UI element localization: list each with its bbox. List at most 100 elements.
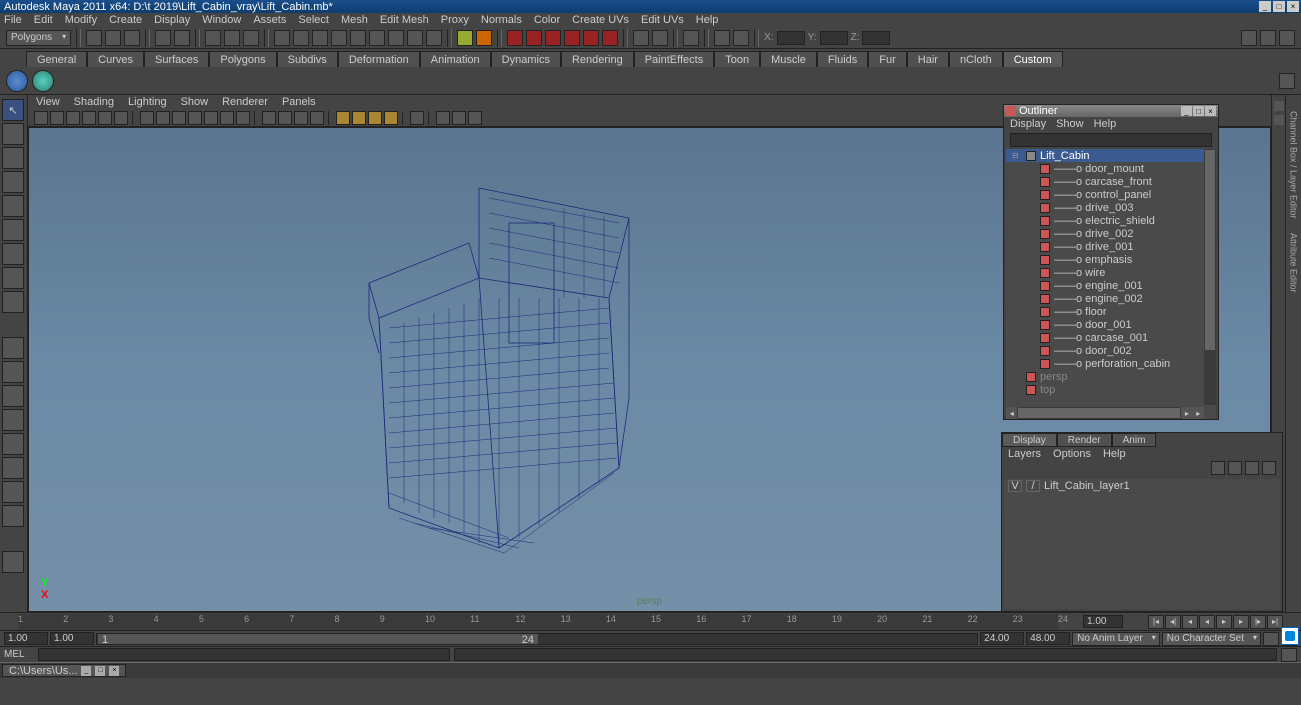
menu-edit[interactable]: Edit — [34, 14, 53, 26]
attribute-editor-tab[interactable]: Attribute Editor — [1289, 233, 1299, 293]
vp-icon-12[interactable] — [220, 111, 234, 125]
step-back-button[interactable]: ◂ — [1182, 615, 1198, 629]
render-icon[interactable] — [507, 30, 523, 46]
rotate-tool[interactable] — [2, 195, 24, 217]
open-scene-icon[interactable] — [105, 30, 121, 46]
layer-icon-1[interactable] — [1211, 461, 1225, 475]
shelf-tab-deformation[interactable]: Deformation — [338, 51, 420, 67]
outliner-maximize[interactable]: □ — [1193, 106, 1204, 116]
vp-menu-lighting[interactable]: Lighting — [128, 96, 167, 108]
step-back-key-button[interactable]: ◂| — [1165, 615, 1181, 629]
save-scene-icon[interactable] — [124, 30, 140, 46]
select-tool[interactable]: ↖ — [2, 99, 24, 121]
mask-icon-6[interactable] — [369, 30, 385, 46]
outliner-menu-show[interactable]: Show — [1056, 118, 1084, 130]
shelf-tab-surfaces[interactable]: Surfaces — [144, 51, 209, 67]
shelf-tab-custom[interactable]: Custom — [1003, 51, 1063, 67]
outliner-item[interactable]: ——o drive_003 — [1006, 201, 1216, 214]
mask-icon-1[interactable] — [274, 30, 290, 46]
outliner-item[interactable]: ——o door_mount — [1006, 162, 1216, 175]
soft-mod-tool[interactable] — [2, 267, 24, 289]
minimize-button[interactable]: _ — [1259, 1, 1271, 12]
menu-display[interactable]: Display — [154, 14, 190, 26]
mask-icon-7[interactable] — [388, 30, 404, 46]
script-lang-label[interactable]: MEL — [4, 649, 34, 660]
mask-icon-8[interactable] — [407, 30, 423, 46]
vp-icon-25[interactable] — [468, 111, 482, 125]
play-back-button[interactable]: ◂ — [1199, 615, 1215, 629]
shelf-tab-ncloth[interactable]: nCloth — [949, 51, 1003, 67]
range-start-all[interactable] — [4, 632, 48, 645]
menu-file[interactable]: File — [4, 14, 22, 26]
range-end[interactable] — [980, 632, 1024, 645]
shelf-button-2[interactable] — [32, 70, 54, 92]
sel-component-icon[interactable] — [243, 30, 259, 46]
vp-icon-13[interactable] — [236, 111, 250, 125]
construct-icon-3[interactable] — [733, 30, 749, 46]
vp-icon-5[interactable] — [98, 111, 112, 125]
vp-icon-2[interactable] — [50, 111, 64, 125]
shelf-tab-dynamics[interactable]: Dynamics — [491, 51, 561, 67]
teamviewer-icon[interactable] — [1281, 627, 1299, 645]
shelf-tab-toon[interactable]: Toon — [714, 51, 760, 67]
outliner-item[interactable]: ——o emphasis — [1006, 253, 1216, 266]
script-editor-button[interactable] — [1281, 648, 1297, 662]
x-input[interactable] — [777, 31, 805, 45]
shelf-tab-animation[interactable]: Animation — [420, 51, 491, 67]
outliner-item[interactable]: ——o floor — [1006, 305, 1216, 318]
vp-icon-7[interactable] — [140, 111, 154, 125]
vp-menu-renderer[interactable]: Renderer — [222, 96, 268, 108]
y-input[interactable] — [820, 31, 848, 45]
render-layer-icon[interactable] — [583, 30, 599, 46]
vp-icon-19[interactable] — [352, 111, 366, 125]
ui-toggle-3[interactable] — [1279, 30, 1295, 46]
outliner-hscroll[interactable]: ◂▸▸ — [1006, 407, 1204, 419]
layout-four[interactable] — [2, 361, 24, 383]
ui-toggle-1[interactable] — [1241, 30, 1257, 46]
menu-assets[interactable]: Assets — [253, 14, 286, 26]
range-start[interactable] — [50, 632, 94, 645]
vp-icon-20[interactable] — [368, 111, 382, 125]
undo-icon[interactable] — [155, 30, 171, 46]
menu-edit-uvs[interactable]: Edit UVs — [641, 14, 684, 26]
shelf-tab-rendering[interactable]: Rendering — [561, 51, 634, 67]
outliner-item[interactable]: ——o electric_shield — [1006, 214, 1216, 227]
menu-color[interactable]: Color — [534, 14, 560, 26]
outliner-minimize[interactable]: _ — [1181, 106, 1192, 116]
outliner-item[interactable]: ——o drive_001 — [1006, 240, 1216, 253]
layout-single[interactable] — [2, 337, 24, 359]
outliner-vscroll[interactable] — [1204, 149, 1216, 405]
redo-icon[interactable] — [174, 30, 190, 46]
move-tool[interactable] — [2, 171, 24, 193]
layout-custom-2[interactable] — [2, 505, 24, 527]
paint-select-tool[interactable] — [2, 147, 24, 169]
char-set-combo[interactable]: No Character Set — [1162, 632, 1261, 646]
shelf-button-1[interactable] — [6, 70, 28, 92]
vp-icon-24[interactable] — [452, 111, 466, 125]
channel-box-tab[interactable]: Channel Box / Layer Editor — [1289, 111, 1299, 219]
outliner-menu-help[interactable]: Help — [1094, 118, 1117, 130]
layout-two-stack[interactable] — [2, 409, 24, 431]
layer-type-toggle[interactable]: / — [1026, 480, 1040, 492]
outliner-item[interactable]: ——o carcase_001 — [1006, 331, 1216, 344]
menu-window[interactable]: Window — [202, 14, 241, 26]
construct-icon-1[interactable] — [683, 30, 699, 46]
vp-icon-3[interactable] — [66, 111, 80, 125]
snap-grid-icon[interactable] — [457, 30, 473, 46]
outliner-item[interactable]: ——o wire — [1006, 266, 1216, 279]
outliner-item[interactable]: ⊟Lift_Cabin — [1006, 149, 1216, 162]
render-view-icon[interactable] — [602, 30, 618, 46]
mask-icon-9[interactable] — [426, 30, 442, 46]
outliner-item[interactable]: ——o perforation_cabin — [1006, 357, 1216, 370]
range-end-all[interactable] — [1026, 632, 1070, 645]
range-bar[interactable]: 124 — [96, 633, 978, 645]
menu-mesh[interactable]: Mesh — [341, 14, 368, 26]
step-forward-button[interactable]: ▸ — [1233, 615, 1249, 629]
sel-object-icon[interactable] — [224, 30, 240, 46]
command-input[interactable] — [38, 648, 450, 661]
outliner-menu-display[interactable]: Display — [1010, 118, 1046, 130]
current-frame-input[interactable] — [1083, 615, 1123, 628]
layer-icon-2[interactable] — [1228, 461, 1242, 475]
outliner-item[interactable]: ——o door_002 — [1006, 344, 1216, 357]
shelf-tab-curves[interactable]: Curves — [87, 51, 144, 67]
